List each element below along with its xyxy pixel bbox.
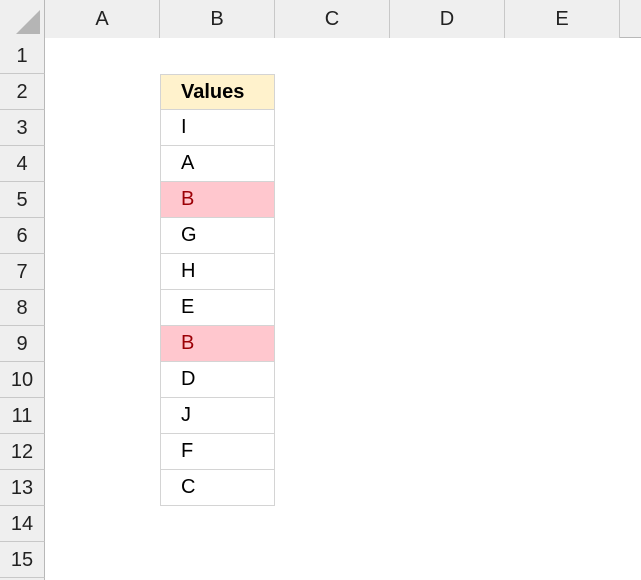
column-header-b[interactable]: B (160, 0, 275, 38)
row-header-10[interactable]: 10 (0, 362, 45, 398)
row-header-14[interactable]: 14 (0, 506, 45, 542)
table-cell[interactable]: F (160, 434, 275, 470)
table-cell-duplicate[interactable]: B (160, 326, 275, 362)
row-header-4[interactable]: 4 (0, 146, 45, 182)
row-header-15[interactable]: 15 (0, 542, 45, 578)
spreadsheet-grid[interactable]: ABCDE 1 2 3 4 5 6 7 8 9 10 11 12 13 14 15 Values I A B G H E… (0, 0, 641, 580)
row-header-1[interactable]: 1 (0, 38, 45, 74)
row-header-5[interactable]: 5 (0, 182, 45, 218)
table-cell[interactable]: D (160, 362, 275, 398)
table-cell[interactable]: H (160, 254, 275, 290)
table-cell[interactable]: C (160, 470, 275, 506)
row-header-3[interactable]: 3 (0, 110, 45, 146)
column-header-c[interactable]: C (275, 0, 390, 38)
row-header-6[interactable]: 6 (0, 218, 45, 254)
column-header-d[interactable]: D (390, 0, 505, 38)
table-header-cell[interactable]: Values (160, 74, 275, 110)
table-cell-duplicate[interactable]: B (160, 182, 275, 218)
column-header-e[interactable]: E (505, 0, 620, 38)
row-header-11[interactable]: 11 (0, 398, 45, 434)
row-header-9[interactable]: 9 (0, 326, 45, 362)
row-header-2[interactable]: 2 (0, 74, 45, 110)
select-all-corner[interactable] (0, 0, 45, 38)
row-header-8[interactable]: 8 (0, 290, 45, 326)
select-all-triangle-icon (16, 10, 40, 34)
table-cell[interactable]: I (160, 110, 275, 146)
row-header-13[interactable]: 13 (0, 470, 45, 506)
table-cell[interactable]: G (160, 218, 275, 254)
table-cell[interactable]: J (160, 398, 275, 434)
row-header-7[interactable]: 7 (0, 254, 45, 290)
table-cell[interactable]: A (160, 146, 275, 182)
row-header-12[interactable]: 12 (0, 434, 45, 470)
table-cell[interactable]: E (160, 290, 275, 326)
column-header-a[interactable]: A (45, 0, 160, 38)
